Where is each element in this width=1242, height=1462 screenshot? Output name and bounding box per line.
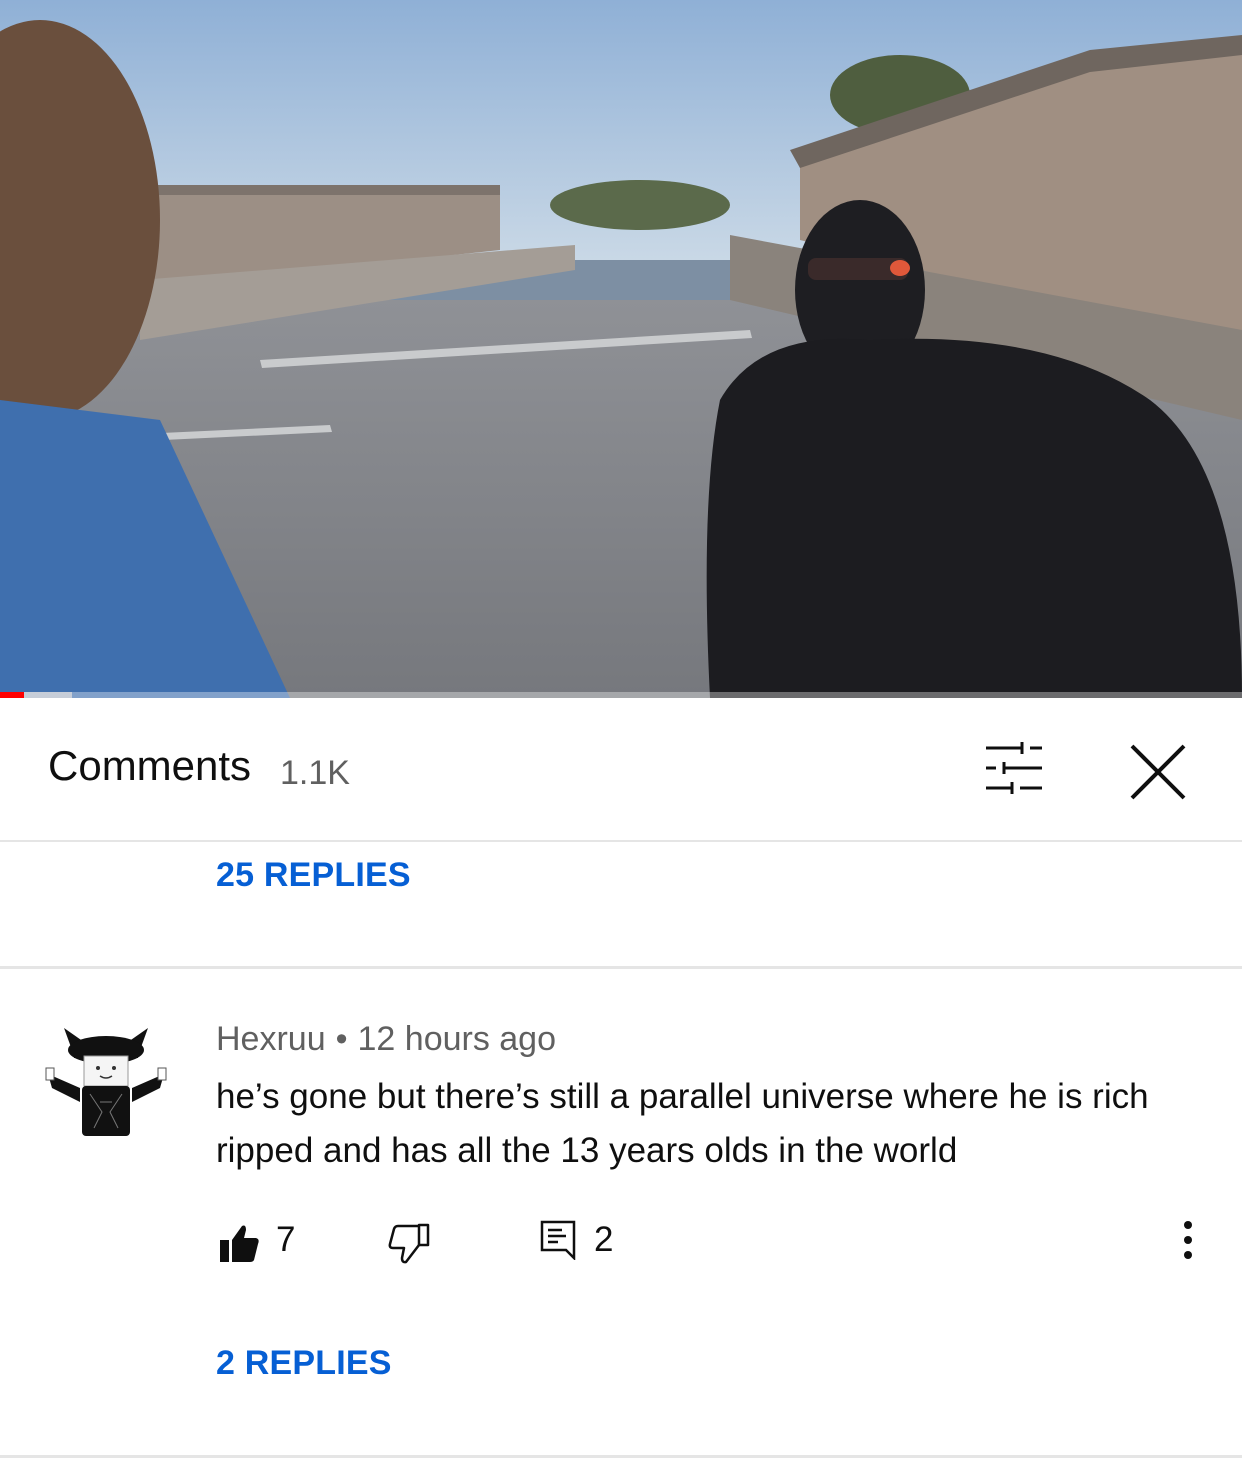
view-replies-button[interactable]: 25 REPLIES — [216, 856, 411, 895]
comments-count: 1.1K — [280, 754, 350, 792]
sort-filter-icon[interactable] — [982, 740, 1046, 796]
comment-meta: Hexruu • 12 hours ago — [216, 1020, 556, 1059]
comments-title: Comments — [48, 742, 252, 789]
thumbs-up-icon[interactable] — [218, 1222, 260, 1264]
video-frame — [0, 0, 1242, 698]
comment-author[interactable]: Hexruu — [216, 1020, 326, 1058]
like-count: 7 — [276, 1220, 296, 1259]
thread-divider — [0, 1455, 1242, 1458]
more-vert-icon[interactable] — [1176, 1220, 1200, 1260]
avatar[interactable] — [44, 1022, 168, 1142]
comment-text: he’s gone but there’s still a parallel u… — [216, 1077, 1149, 1170]
view-replies-button[interactable]: 2 REPLIES — [216, 1344, 392, 1383]
thread-divider — [0, 966, 1242, 969]
video-player[interactable] — [0, 0, 1242, 698]
comment-time[interactable]: 12 hours ago — [358, 1020, 557, 1058]
comments-header: Comments 1.1K — [0, 698, 1242, 842]
meta-separator: • — [335, 1020, 348, 1058]
comment-actions: 7 2 — [0, 1212, 1242, 1272]
reply-icon[interactable] — [540, 1220, 576, 1262]
thumbs-down-icon[interactable] — [388, 1222, 430, 1266]
close-icon[interactable] — [1126, 740, 1190, 804]
reply-count: 2 — [594, 1220, 614, 1259]
